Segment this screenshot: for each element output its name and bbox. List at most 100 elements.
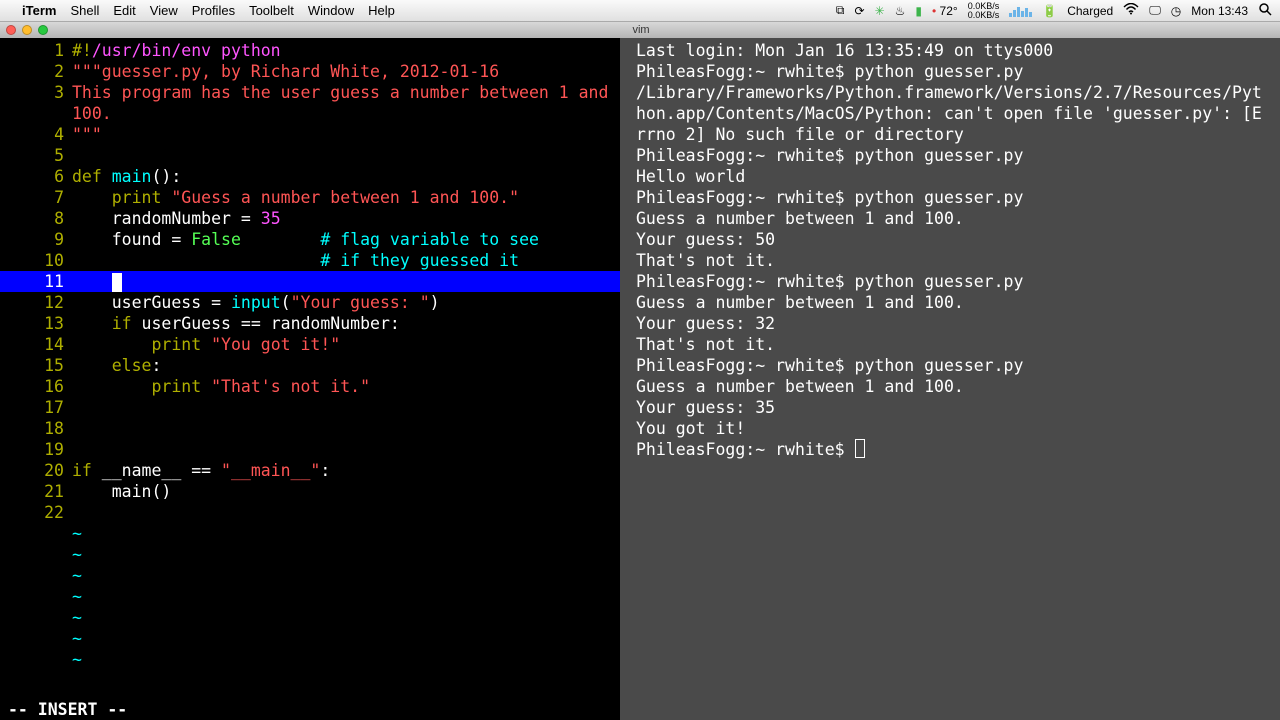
window-titlebar[interactable]: vim [0, 22, 1280, 38]
vim-tilde: ~ [72, 524, 82, 543]
code-line[interactable] [72, 418, 620, 439]
shell-line: PhileasFogg:~ rwhite$ python guesser.py [636, 355, 1270, 376]
line-number: 17 [0, 397, 72, 418]
menu-profiles[interactable]: Profiles [192, 3, 235, 18]
sync-icon[interactable]: ⟳ [855, 4, 865, 18]
app-name[interactable]: iTerm [22, 3, 56, 18]
vim-tilde: ~ [72, 566, 82, 585]
shell-line: Last login: Mon Jan 16 13:35:49 on ttys0… [636, 40, 1270, 61]
line-number: 4 [0, 124, 72, 145]
code-line[interactable] [72, 397, 620, 418]
menu-help[interactable]: Help [368, 3, 395, 18]
shell-line: /Library/Frameworks/Python.framework/Ver… [636, 82, 1270, 145]
code-line[interactable]: print "You got it!" [72, 334, 620, 355]
code-line[interactable]: """ [72, 124, 620, 145]
code-line[interactable]: userGuess = input("Your guess: ") [72, 292, 620, 313]
vim-cursor [112, 273, 122, 292]
screenshare-icon[interactable]: ⧉ [836, 3, 845, 18]
line-number: 11 [0, 271, 72, 292]
line-number: 9 [0, 229, 72, 250]
timemachine-icon[interactable]: ◷ [1171, 4, 1181, 18]
shell-pane[interactable]: Last login: Mon Jan 16 13:35:49 on ttys0… [634, 38, 1280, 720]
code-line[interactable] [72, 145, 620, 166]
code-line[interactable]: print "That's not it." [72, 376, 620, 397]
pane-divider[interactable] [620, 38, 634, 720]
line-number: 19 [0, 439, 72, 460]
code-line[interactable]: randomNumber = 35 [72, 208, 620, 229]
code-line[interactable]: This program has the user guess a number… [72, 82, 620, 124]
vim-tilde: ~ [72, 608, 82, 627]
code-line[interactable]: def main(): [72, 166, 620, 187]
code-line[interactable]: # if they guessed it [72, 250, 620, 271]
menu-view[interactable]: View [150, 3, 178, 18]
line-number: 1 [0, 40, 72, 61]
battery-square-icon[interactable]: ▮ [915, 4, 922, 18]
shell-line: PhileasFogg:~ rwhite$ python guesser.py [636, 271, 1270, 292]
line-number: 18 [0, 418, 72, 439]
shell-line: You got it! [636, 418, 1270, 439]
line-number: 2 [0, 61, 72, 82]
vim-pane[interactable]: 1#!/usr/bin/env python2"""guesser.py, by… [0, 38, 620, 720]
vim-tilde: ~ [72, 650, 82, 669]
display-icon[interactable]: 🖵 [1149, 3, 1161, 18]
battery-label: Charged [1067, 4, 1113, 18]
window-title: vim [8, 24, 1274, 36]
line-number: 8 [0, 208, 72, 229]
shell-line: PhileasFogg:~ rwhite$ python guesser.py [636, 187, 1270, 208]
shell-cursor [855, 439, 865, 458]
shell-line: PhileasFogg:~ rwhite$ python guesser.py [636, 61, 1270, 82]
shell-line: Guess a number between 1 and 100. [636, 208, 1270, 229]
line-number: 13 [0, 313, 72, 334]
shell-line: Your guess: 50 [636, 229, 1270, 250]
line-number: 22 [0, 502, 72, 523]
temp-indicator[interactable]: • 72° [932, 4, 958, 18]
line-number: 12 [0, 292, 72, 313]
code-line[interactable]: main() [72, 481, 620, 502]
macos-menubar: iTerm Shell Edit View Profiles Toolbelt … [0, 0, 1280, 22]
line-number: 7 [0, 187, 72, 208]
code-line[interactable]: """guesser.py, by Richard White, 2012-01… [72, 61, 620, 82]
shell-line: Guess a number between 1 and 100. [636, 376, 1270, 397]
shell-line: Hello world [636, 166, 1270, 187]
menu-edit[interactable]: Edit [113, 3, 135, 18]
code-line[interactable] [72, 502, 620, 523]
line-number: 20 [0, 460, 72, 481]
menu-toolbelt[interactable]: Toolbelt [249, 3, 294, 18]
line-number: 16 [0, 376, 72, 397]
code-line[interactable]: if userGuess == randomNumber: [72, 313, 620, 334]
shell-line: Guess a number between 1 and 100. [636, 292, 1270, 313]
line-number: 21 [0, 481, 72, 502]
line-number: 15 [0, 355, 72, 376]
shell-line: PhileasFogg:~ rwhite$ python guesser.py [636, 145, 1270, 166]
vim-tilde: ~ [72, 587, 82, 606]
vim-tilde: ~ [72, 545, 82, 564]
dropbox-icon[interactable]: ✳︎ [875, 4, 885, 18]
code-line[interactable]: found = False # flag variable to see [72, 229, 620, 250]
activity-bars-icon[interactable] [1009, 5, 1032, 17]
clock[interactable]: Mon 13:43 [1191, 4, 1248, 18]
code-line[interactable]: else: [72, 355, 620, 376]
shell-line: PhileasFogg:~ rwhite$ [636, 439, 1270, 460]
code-line[interactable]: #!/usr/bin/env python [72, 40, 620, 61]
code-line[interactable] [72, 439, 620, 460]
line-number: 3 [0, 82, 72, 124]
battery-icon[interactable]: 🔋 [1042, 4, 1057, 18]
flame-icon[interactable]: ♨︎ [895, 4, 906, 18]
line-number: 10 [0, 250, 72, 271]
line-number: 5 [0, 145, 72, 166]
vim-tilde: ~ [72, 629, 82, 648]
menu-window[interactable]: Window [308, 3, 354, 18]
shell-line: Your guess: 35 [636, 397, 1270, 418]
shell-line: That's not it. [636, 250, 1270, 271]
line-number: 14 [0, 334, 72, 355]
net-speed-indicator[interactable]: 0.0KB/s0.0KB/s [968, 2, 1000, 20]
code-line[interactable]: if __name__ == "__main__": [72, 460, 620, 481]
shell-line: Your guess: 32 [636, 313, 1270, 334]
menu-shell[interactable]: Shell [70, 3, 99, 18]
code-line[interactable] [72, 271, 620, 292]
code-line[interactable]: print "Guess a number between 1 and 100.… [72, 187, 620, 208]
terminal-area: 1#!/usr/bin/env python2"""guesser.py, by… [0, 38, 1280, 720]
spotlight-icon[interactable] [1258, 2, 1272, 19]
vim-status-line: -- INSERT -- [0, 699, 620, 720]
wifi-icon[interactable] [1123, 3, 1139, 18]
